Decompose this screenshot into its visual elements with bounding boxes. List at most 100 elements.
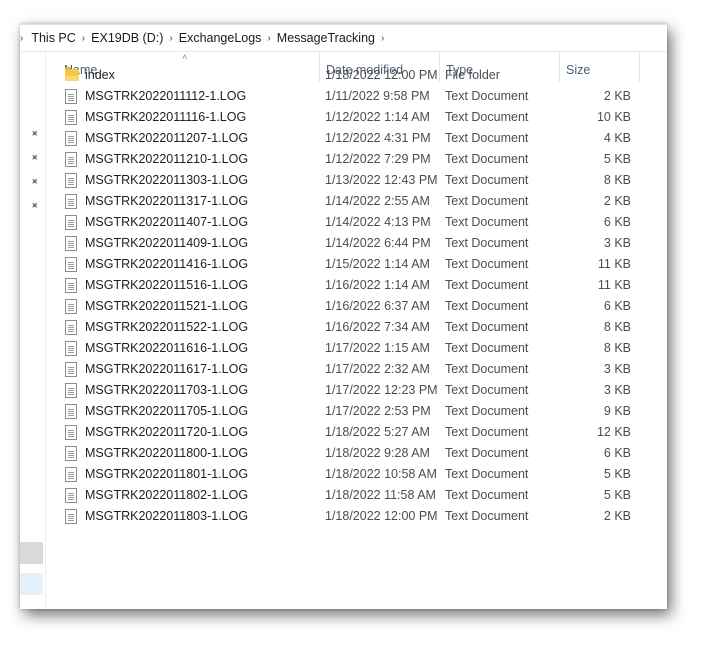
file-type: Text Document (445, 194, 529, 208)
file-row[interactable]: MSGTRK2022011409-1.LOG 1/14/2022 6:44 PM T… (46, 233, 646, 254)
file-size: 3 KB (603, 383, 631, 397)
file-type: Text Document (445, 341, 529, 355)
text-document-icon (65, 299, 77, 314)
file-name: MSGTRK2022011703-1.LOG (85, 383, 249, 397)
file-row[interactable]: MSGTRK2022011416-1.LOG 1/15/2022 1:14 AM T… (46, 254, 646, 275)
file-name: MSGTRK2022011522-1.LOG (85, 320, 249, 334)
file-size: 5 KB (603, 488, 631, 502)
text-document-icon (65, 278, 77, 293)
file-row[interactable]: MSGTRK2022011801-1.LOG 1/18/2022 10:58 AM… (46, 464, 646, 485)
file-explorer-window: › This PC › EX19DB (D:) › ExchangeLogs ›… (20, 24, 667, 609)
text-document-icon (65, 425, 77, 440)
breadcrumb-exchangelogs[interactable]: ExchangeLogs (179, 31, 262, 45)
breadcrumb-this-pc[interactable]: This PC (31, 31, 75, 45)
file-type: Text Document (445, 320, 529, 334)
file-size: 4 KB (603, 131, 631, 145)
file-size: 10 KB (596, 110, 631, 124)
file-date-modified: 1/17/2022 1:15 AM (325, 341, 430, 355)
file-name: MSGTRK2022011720-1.LOG (85, 425, 249, 439)
text-document-icon (65, 215, 77, 230)
file-row[interactable]: MSGTRK2022011407-1.LOG 1/14/2022 4:13 PM T… (46, 212, 646, 233)
file-name: MSGTRK2022011317-1.LOG (85, 194, 249, 208)
file-type: Text Document (445, 236, 529, 250)
file-date-modified: 1/15/2022 1:14 AM (325, 257, 430, 271)
pin-icon[interactable]: ✦ (26, 126, 43, 143)
file-row[interactable]: MSGTRK2022011802-1.LOG 1/18/2022 11:58 AM… (46, 485, 646, 506)
file-date-modified: 1/18/2022 5:27 AM (325, 425, 430, 439)
text-document-icon (65, 341, 77, 356)
file-row[interactable]: MSGTRK2022011303-1.LOG 1/13/2022 12:43 PM… (46, 170, 646, 191)
file-type: Text Document (445, 152, 529, 166)
file-type: Text Document (445, 509, 529, 523)
file-date-modified: 1/18/2022 12:00 PM (325, 68, 438, 82)
text-document-icon (65, 488, 77, 503)
text-document-icon (65, 131, 77, 146)
file-size: 2 KB (603, 194, 631, 208)
file-row[interactable]: MSGTRK2022011516-1.LOG 1/16/2022 1:14 AM T… (46, 275, 646, 296)
file-row[interactable]: index 1/18/2022 12:00 PM File folder (46, 65, 646, 86)
text-document-icon (65, 362, 77, 377)
file-row[interactable]: MSGTRK2022011521-1.LOG 1/16/2022 6:37 AM T… (46, 296, 646, 317)
file-date-modified: 1/12/2022 7:29 PM (325, 152, 431, 166)
file-name: MSGTRK2022011207-1.LOG (85, 131, 249, 145)
file-name: MSGTRK2022011802-1.LOG (85, 488, 249, 502)
chevron-right-icon[interactable]: › (82, 33, 85, 44)
file-date-modified: 1/14/2022 6:44 PM (325, 236, 431, 250)
file-row[interactable]: MSGTRK2022011112-1.LOG 1/11/2022 9:58 PM T… (46, 86, 646, 107)
file-size: 8 KB (603, 341, 631, 355)
file-type: Text Document (445, 257, 529, 271)
chevron-right-icon[interactable]: › (20, 33, 23, 44)
file-date-modified: 1/16/2022 7:34 AM (325, 320, 430, 334)
file-name: MSGTRK2022011616-1.LOG (85, 341, 249, 355)
breadcrumb-drive[interactable]: EX19DB (D:) (91, 31, 163, 45)
file-row[interactable]: MSGTRK2022011616-1.LOG 1/17/2022 1:15 AM T… (46, 338, 646, 359)
file-row[interactable]: MSGTRK2022011800-1.LOG 1/18/2022 9:28 AM T… (46, 443, 646, 464)
file-type: Text Document (445, 215, 529, 229)
file-type: Text Document (445, 446, 529, 460)
file-size: 12 KB (596, 425, 631, 439)
file-size: 8 KB (603, 320, 631, 334)
file-row[interactable]: MSGTRK2022011617-1.LOG 1/17/2022 2:32 AM T… (46, 359, 646, 380)
chevron-right-icon[interactable]: › (267, 33, 270, 44)
breadcrumb-messagetracking[interactable]: MessageTracking (277, 31, 375, 45)
file-date-modified: 1/17/2022 2:32 AM (325, 362, 430, 376)
file-type: Text Document (445, 110, 529, 124)
file-name: index (85, 68, 115, 82)
file-row[interactable]: MSGTRK2022011705-1.LOG 1/17/2022 2:53 PM T… (46, 401, 646, 422)
file-type: Text Document (445, 89, 529, 103)
file-name: MSGTRK2022011407-1.LOG (85, 215, 249, 229)
file-date-modified: 1/18/2022 12:00 PM (325, 509, 438, 523)
file-row[interactable]: MSGTRK2022011207-1.LOG 1/12/2022 4:31 PM T… (46, 128, 646, 149)
file-name: MSGTRK2022011416-1.LOG (85, 257, 249, 271)
file-row[interactable]: MSGTRK2022011522-1.LOG 1/16/2022 7:34 AM T… (46, 317, 646, 338)
chevron-right-icon[interactable]: › (169, 33, 172, 44)
nav-item-hover[interactable] (20, 542, 43, 564)
pin-icon[interactable]: ✦ (26, 174, 43, 191)
file-size: 3 KB (603, 362, 631, 376)
file-size: 3 KB (603, 236, 631, 250)
address-bar[interactable]: › This PC › EX19DB (D:) › ExchangeLogs ›… (20, 25, 667, 52)
pin-icon[interactable]: ✦ (26, 198, 43, 215)
text-document-icon (65, 110, 77, 125)
file-name: MSGTRK2022011617-1.LOG (85, 362, 249, 376)
file-type: Text Document (445, 467, 529, 481)
file-row[interactable]: MSGTRK2022011803-1.LOG 1/18/2022 12:00 PM… (46, 506, 646, 527)
file-row[interactable]: MSGTRK2022011116-1.LOG 1/12/2022 1:14 AM T… (46, 107, 646, 128)
file-name: MSGTRK2022011801-1.LOG (85, 467, 249, 481)
file-row[interactable]: MSGTRK2022011703-1.LOG 1/17/2022 12:23 PM… (46, 380, 646, 401)
file-row[interactable]: MSGTRK2022011210-1.LOG 1/12/2022 7:29 PM T… (46, 149, 646, 170)
file-date-modified: 1/17/2022 12:23 PM (325, 383, 438, 397)
file-size: 8 KB (603, 173, 631, 187)
nav-item-selected[interactable] (20, 573, 43, 595)
file-row[interactable]: MSGTRK2022011720-1.LOG 1/18/2022 5:27 AM T… (46, 422, 646, 443)
file-type: Text Document (445, 173, 529, 187)
file-row[interactable]: MSGTRK2022011317-1.LOG 1/14/2022 2:55 AM T… (46, 191, 646, 212)
file-name: MSGTRK2022011803-1.LOG (85, 509, 249, 523)
file-date-modified: 1/14/2022 2:55 AM (325, 194, 430, 208)
file-type: Text Document (445, 299, 529, 313)
file-name: MSGTRK2022011516-1.LOG (85, 278, 249, 292)
file-size: 11 KB (597, 278, 631, 292)
pin-icon[interactable]: ✦ (26, 150, 43, 167)
chevron-right-icon[interactable]: › (381, 33, 384, 44)
file-size: 2 KB (603, 509, 631, 523)
